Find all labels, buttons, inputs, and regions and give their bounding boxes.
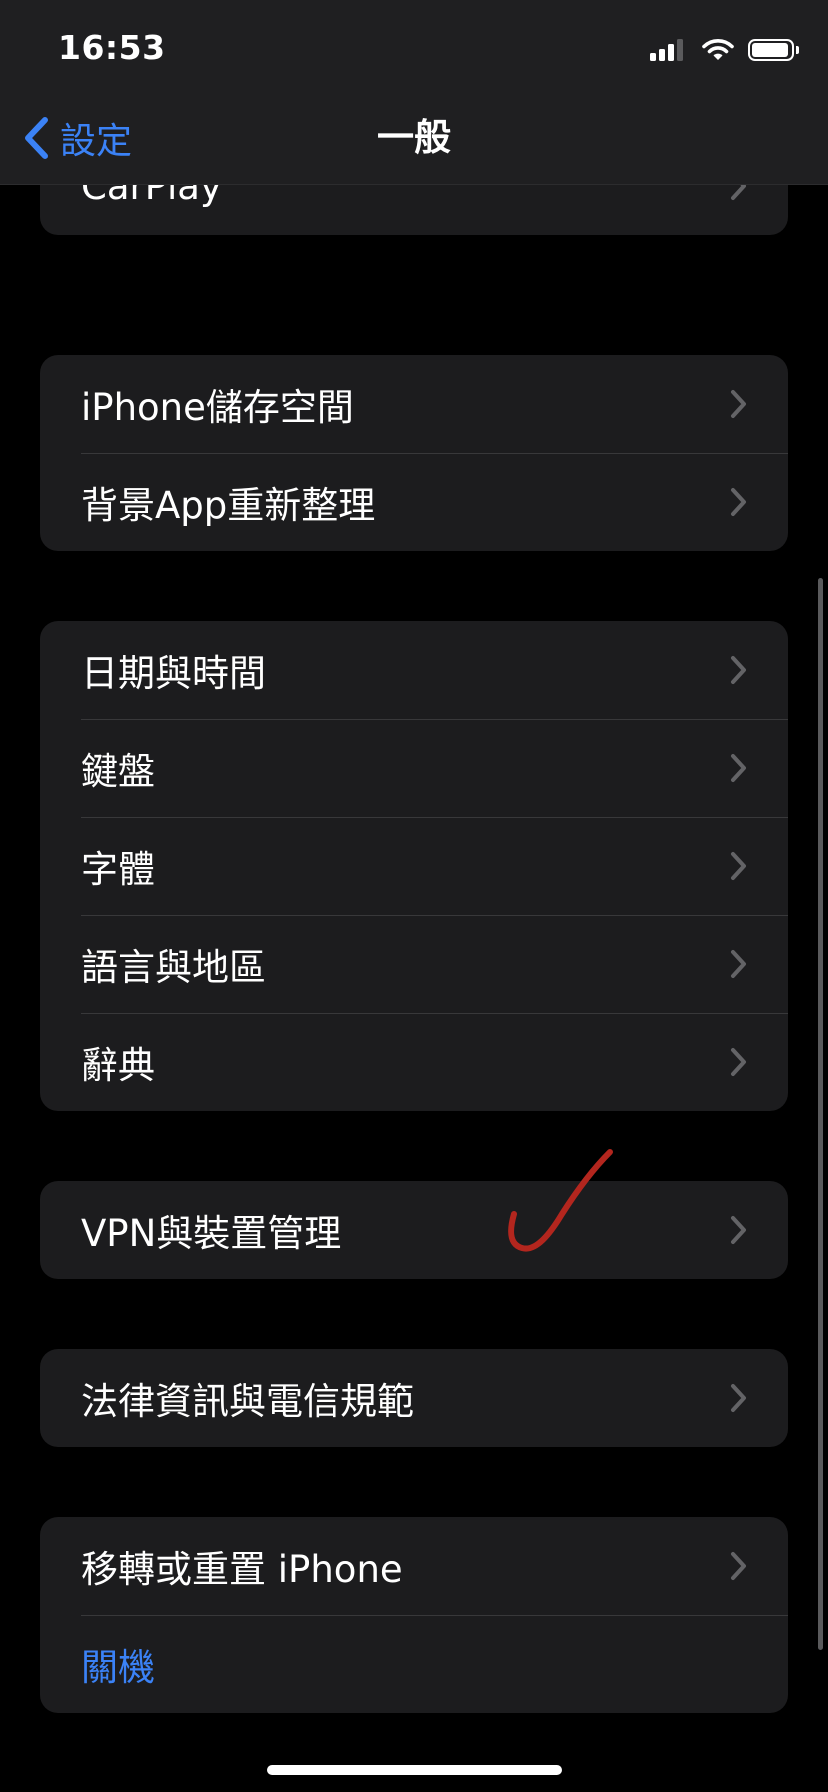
chevron-right-icon [731, 1048, 746, 1076]
cellular-signal-icon [650, 39, 686, 61]
wifi-icon [702, 39, 734, 60]
row-vpn-device-management[interactable]: VPN與裝置管理 [40, 1181, 788, 1279]
row-label: 字體 [81, 848, 155, 891]
chevron-right-icon [731, 1552, 746, 1580]
status-time: 16:53 [58, 28, 166, 67]
handdrawn-checkmark-icon [508, 1149, 613, 1252]
row-dictionary[interactable]: 辭典 [40, 1013, 788, 1111]
chevron-right-icon [731, 390, 746, 418]
row-label: VPN與裝置管理 [81, 1212, 342, 1255]
chevron-right-icon [731, 656, 746, 684]
group-reset: 移轉或重置 iPhone 關機 [40, 1517, 788, 1713]
row-label: 背景App重新整理 [81, 484, 376, 527]
page-title: 一般 [377, 116, 451, 159]
row-shut-down[interactable]: 關機 [40, 1615, 788, 1713]
row-transfer-reset[interactable]: 移轉或重置 iPhone [40, 1517, 788, 1615]
battery-icon [748, 39, 799, 61]
row-language-region[interactable]: 語言與地區 [40, 915, 788, 1013]
settings-list: CarPlay iPhone儲存空間 背景App重新整理 日期與時間 鍵盤 字體… [0, 0, 828, 1792]
chevron-right-icon [731, 1384, 746, 1412]
row-label: 日期與時間 [81, 652, 266, 695]
row-date-time[interactable]: 日期與時間 [40, 621, 788, 719]
group-vpn: VPN與裝置管理 [40, 1181, 788, 1279]
row-label: 鍵盤 [81, 750, 155, 793]
status-icons [650, 36, 799, 64]
home-indicator[interactable] [267, 1765, 562, 1775]
row-label: 辭典 [81, 1044, 155, 1087]
chevron-right-icon [731, 852, 746, 880]
chevron-right-icon [731, 1216, 746, 1244]
scrollbar[interactable] [818, 578, 823, 1650]
row-keyboard[interactable]: 鍵盤 [40, 719, 788, 817]
chevron-right-icon [731, 950, 746, 978]
row-label: 語言與地區 [81, 946, 266, 989]
navigation-bar: 16:53 設定 一般 [0, 0, 828, 185]
row-legal-regulatory[interactable]: 法律資訊與電信規範 [40, 1349, 788, 1447]
group-locale: 日期與時間 鍵盤 字體 語言與地區 辭典 [40, 621, 788, 1111]
row-label: iPhone儲存空間 [81, 386, 354, 429]
row-background-app-refresh[interactable]: 背景App重新整理 [40, 453, 788, 551]
group-legal: 法律資訊與電信規範 [40, 1349, 788, 1447]
chevron-right-icon [731, 488, 746, 516]
shut-down-label: 關機 [81, 1646, 155, 1689]
chevron-right-icon [731, 754, 746, 782]
group-storage: iPhone儲存空間 背景App重新整理 [40, 355, 788, 551]
row-label: 法律資訊與電信規範 [81, 1380, 414, 1423]
row-label: 移轉或重置 iPhone [81, 1548, 403, 1591]
row-iphone-storage[interactable]: iPhone儲存空間 [40, 355, 788, 453]
row-fonts[interactable]: 字體 [40, 817, 788, 915]
